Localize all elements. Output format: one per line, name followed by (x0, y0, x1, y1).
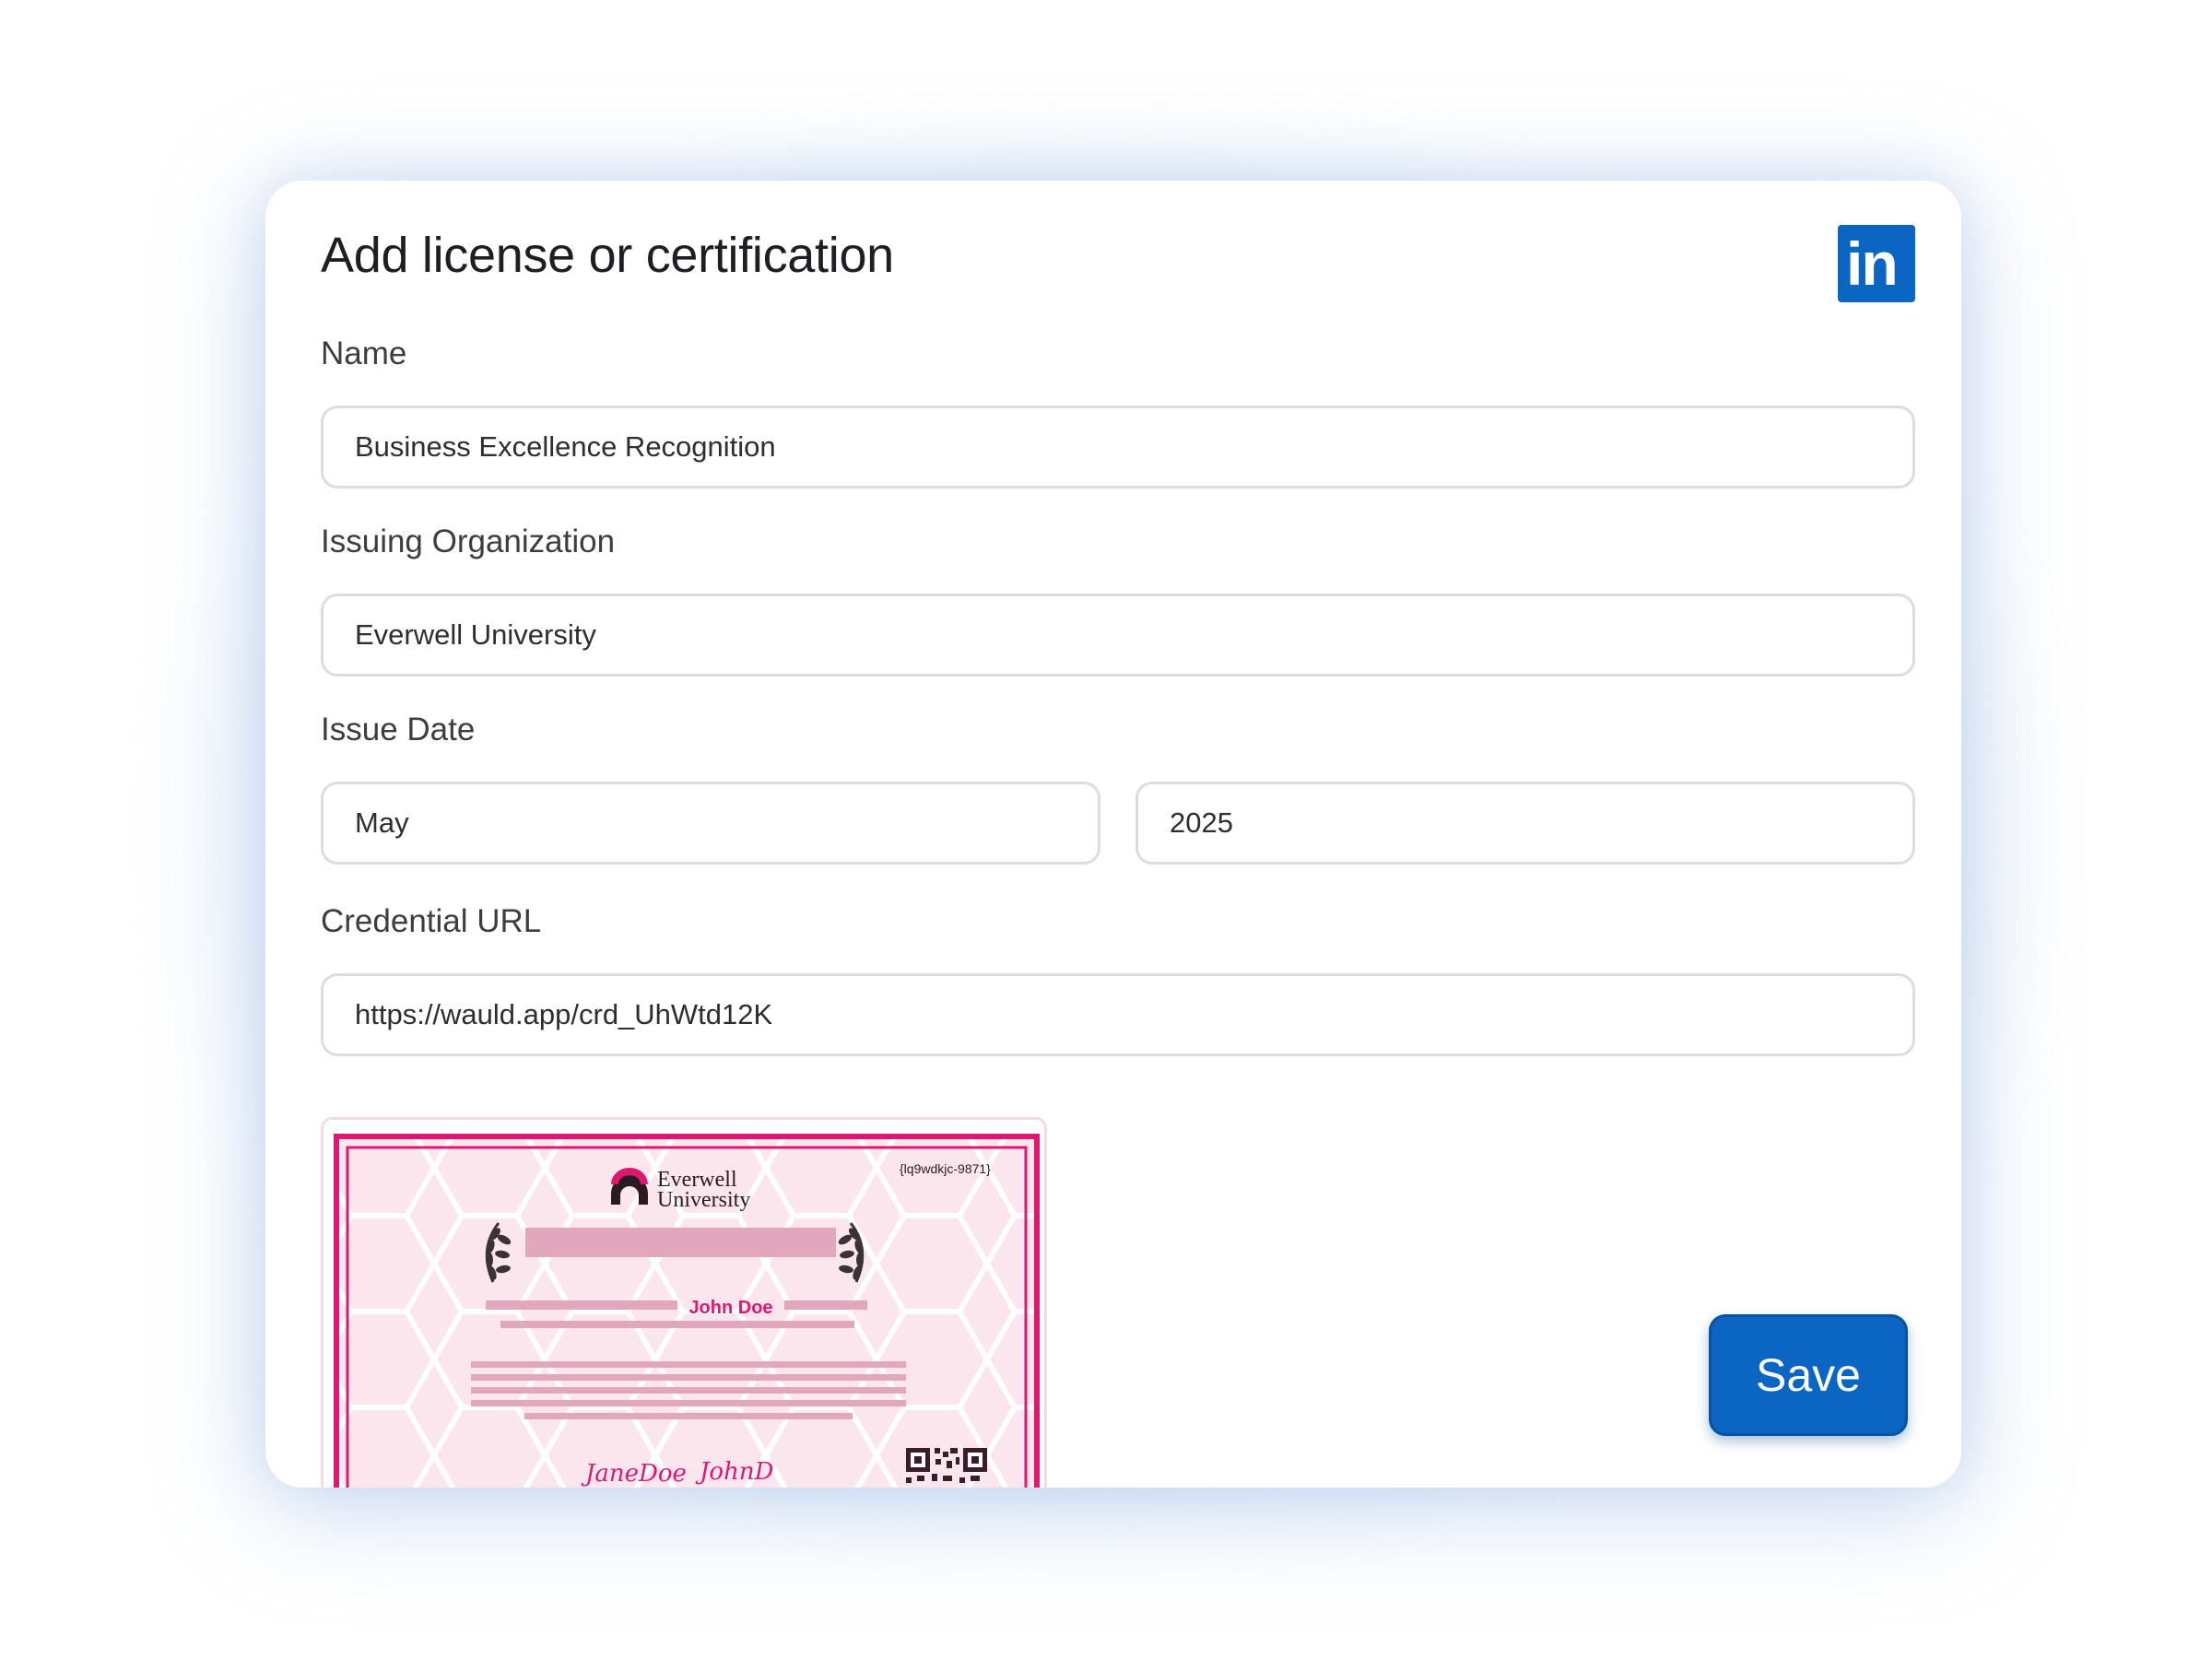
qr-code-icon (906, 1448, 987, 1483)
certificate-body-line (471, 1400, 906, 1406)
certificate-body-line (471, 1374, 906, 1381)
credential-url-value: https://wauld.app/crd_UhWtd12K (355, 998, 773, 1030)
name-input-value: Business Excellence Recognition (355, 430, 776, 463)
name-input[interactable]: Business Excellence Recognition (321, 406, 1915, 488)
issuing-organization-value: Everwell University (355, 618, 596, 651)
issue-month-value: May (355, 806, 409, 839)
linkedin-icon: in (1838, 225, 1915, 302)
certificate-preview: Everwell University {lq9wdkjc-9871} John… (321, 1117, 1047, 1488)
certificate-title-placeholder (525, 1228, 836, 1257)
issue-month-input[interactable]: May (321, 782, 1100, 865)
certificate-recipient-name: John Doe (688, 1298, 772, 1318)
certificate-signature-2: JohnD (695, 1458, 774, 1486)
issuing-organization-label: Issuing Organization (321, 524, 616, 559)
name-label: Name (321, 335, 407, 371)
certificate-signature-1: JaneDoe (581, 1460, 687, 1488)
certificate-line-placeholder (784, 1300, 867, 1310)
issuing-organization-input[interactable]: Everwell University (321, 594, 1915, 677)
certificate-credential-id: {lq9wdkjc-9871} (900, 1161, 991, 1176)
credential-url-label: Credential URL (321, 903, 542, 939)
certificate-body-line (524, 1413, 853, 1419)
certificate-body-line (471, 1361, 906, 1368)
add-certification-dialog: Add license or certification in Name Bus… (265, 181, 1961, 1488)
save-button[interactable]: Save (1709, 1314, 1908, 1436)
certificate-line-placeholder (500, 1321, 854, 1328)
credential-url-input[interactable]: https://wauld.app/crd_UhWtd12K (321, 973, 1915, 1056)
issue-year-value: 2025 (1170, 806, 1233, 839)
issue-date-label: Issue Date (321, 712, 476, 747)
certificate-line-placeholder (486, 1300, 677, 1310)
certificate-org-line2: University (657, 1188, 750, 1212)
dialog-title: Add license or certification (321, 228, 894, 283)
certificate-body-line (471, 1387, 906, 1394)
issue-year-input[interactable]: 2025 (1135, 782, 1915, 865)
